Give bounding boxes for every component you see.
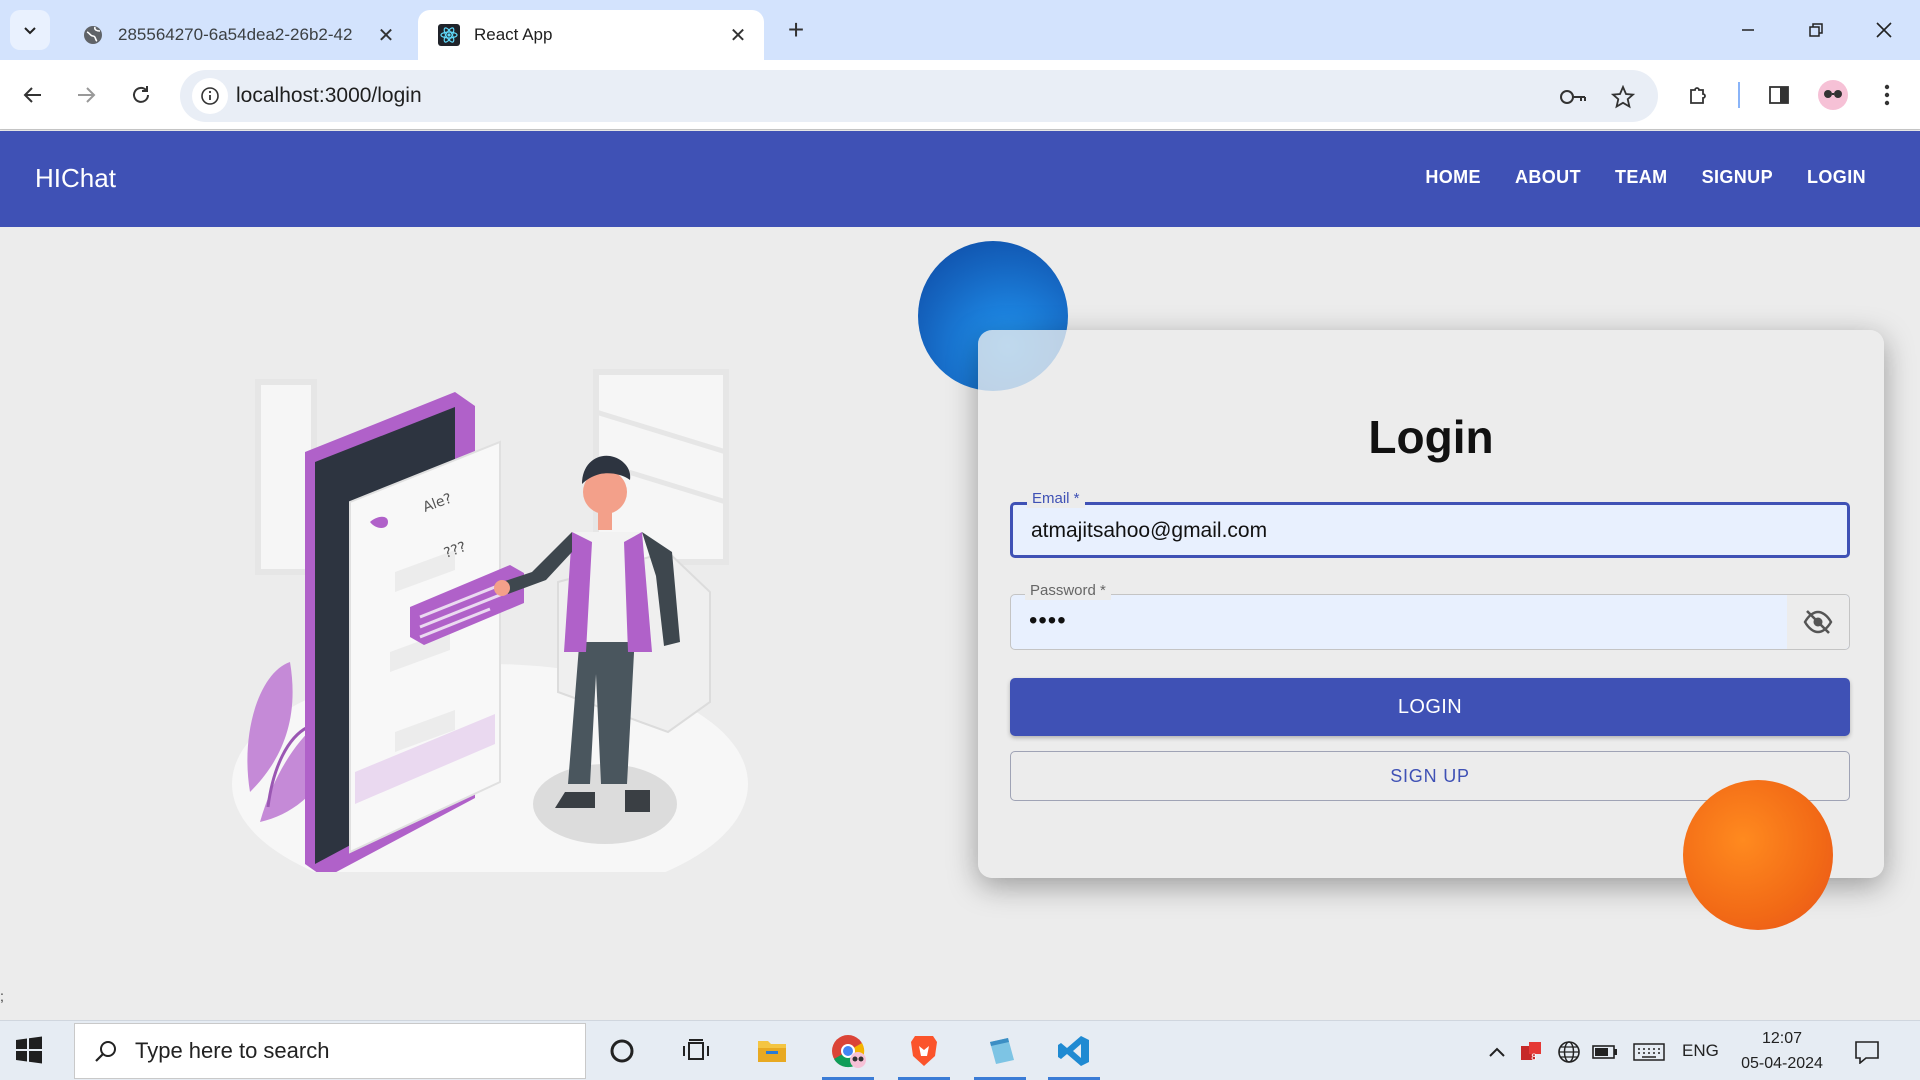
vscode-app[interactable] (1044, 1025, 1104, 1080)
minimize-icon (1742, 29, 1754, 31)
windows-taskbar: Type here to search 8 ENG 12:07 05-04-20… (0, 1020, 1920, 1080)
browser-tab-strip: 285564270-6a54dea2-26b2-42 ✕ React App ✕… (0, 0, 1920, 60)
search-icon (91, 1036, 121, 1066)
chrome-icon (832, 1035, 866, 1068)
extensions-button[interactable] (1678, 74, 1720, 116)
site-info-button[interactable] (192, 78, 228, 114)
browser-tab-react-app[interactable]: React App ✕ (418, 10, 764, 60)
login-button[interactable]: LOGIN (1010, 678, 1850, 736)
password-field[interactable]: Password * •••• (1010, 582, 1850, 650)
taskbar-search-box[interactable]: Type here to search (74, 1023, 586, 1079)
login-title: Login (1368, 411, 1494, 463)
task-view-button[interactable] (666, 1025, 726, 1077)
side-panel-icon (1769, 86, 1789, 104)
cortana-circle-icon (610, 1039, 634, 1063)
chat-illustration: Ale? ??? (232, 369, 748, 872)
url-text: localhost:3000/login (236, 84, 422, 107)
address-bar[interactable]: localhost:3000/login (180, 70, 1658, 122)
notification-icon (1855, 1041, 1879, 1064)
password-key-icon[interactable] (1558, 82, 1588, 112)
tray-app-icon: 8 (1521, 1042, 1541, 1063)
input-language[interactable]: ENG (1682, 1041, 1719, 1061)
tab-title: 285564270-6a54dea2-26b2-42 (118, 25, 353, 44)
restore-icon (1809, 23, 1823, 37)
start-button[interactable] (14, 1035, 48, 1069)
side-panel-button[interactable] (1758, 74, 1800, 116)
password-value: •••• (1029, 607, 1067, 634)
clock-time: 12:07 (1761, 1030, 1803, 1047)
system-clock[interactable]: 12:07 05-04-2024 (1736, 1026, 1828, 1076)
action-center-button[interactable] (1852, 1037, 1882, 1067)
reload-icon (133, 86, 149, 103)
back-button[interactable] (12, 74, 54, 116)
profile-avatar-icon (1818, 80, 1848, 110)
browser-menu-button[interactable] (1866, 74, 1908, 116)
eye-off-icon (1803, 610, 1833, 634)
nav-signup[interactable]: SIGNUP (1702, 167, 1773, 188)
notepad-app[interactable] (970, 1025, 1030, 1080)
close-tab-icon[interactable]: ✕ (374, 23, 398, 47)
chrome-app[interactable] (818, 1025, 878, 1080)
nav-about[interactable]: ABOUT (1515, 167, 1581, 188)
arrow-right-icon (78, 87, 96, 103)
windows-logo-icon (16, 1036, 42, 1064)
task-view-icon (683, 1039, 709, 1060)
clock-date: 05-04-2024 (1741, 1055, 1823, 1072)
nav-login[interactable]: LOGIN (1807, 167, 1866, 188)
close-window-button[interactable] (1856, 8, 1912, 52)
password-label: Password * (1025, 582, 1111, 600)
new-tab-button[interactable]: + (780, 14, 812, 46)
browser-tab-image[interactable]: 285564270-6a54dea2-26b2-42 ✕ (62, 10, 412, 60)
email-value: atmajitsahoo@gmail.com (1031, 519, 1268, 542)
nav-home[interactable]: HOME (1425, 167, 1481, 188)
folder-icon (758, 1041, 786, 1062)
close-icon (1876, 22, 1892, 38)
nav-links: HOME ABOUT TEAM SIGNUP LOGIN (1425, 167, 1866, 188)
info-icon (201, 87, 219, 105)
vscode-icon (1058, 1036, 1089, 1066)
search-placeholder: Type here to search (135, 1038, 330, 1063)
minimize-button[interactable] (1720, 8, 1776, 52)
notepad-icon (990, 1038, 1014, 1064)
nav-team[interactable]: TEAM (1615, 167, 1668, 188)
network-globe-icon[interactable] (1556, 1039, 1582, 1065)
kebab-menu-icon (1884, 84, 1890, 106)
puzzle-icon (1690, 87, 1706, 104)
toolbar-separator (1738, 82, 1740, 108)
email-label: Email * (1027, 490, 1085, 508)
show-hidden-icons-button[interactable] (1484, 1039, 1510, 1065)
restore-button[interactable] (1788, 8, 1844, 52)
keyboard-icon[interactable] (1632, 1039, 1666, 1065)
close-tab-icon[interactable]: ✕ (726, 23, 750, 47)
forward-button[interactable] (65, 74, 107, 116)
toggle-password-visibility-button[interactable] (1787, 595, 1849, 649)
decorative-blob-orange (1683, 780, 1833, 930)
profile-avatar[interactable] (1812, 74, 1854, 116)
email-field[interactable]: Email * atmajitsahoo@gmail.com (1010, 490, 1850, 558)
tray-app-badge[interactable]: 8 (1518, 1039, 1544, 1065)
stray-text: ; (0, 988, 4, 1004)
battery-icon[interactable] (1592, 1039, 1618, 1065)
arrow-left-icon (23, 87, 41, 103)
brand-logo[interactable]: HIChat (35, 163, 116, 194)
tab-search-button[interactable] (10, 10, 50, 50)
bookmark-star-icon[interactable] (1608, 82, 1638, 112)
cortana-button[interactable] (592, 1025, 652, 1077)
brave-lion-icon (911, 1036, 937, 1066)
svg-text:8: 8 (1531, 1053, 1537, 1063)
tab-title: React App (474, 25, 553, 44)
chevron-up-icon (1489, 1047, 1505, 1057)
app-navbar: HIChat HOME ABOUT TEAM SIGNUP LOGIN (0, 131, 1920, 227)
chevron-down-icon (24, 27, 36, 35)
globe-icon (82, 24, 104, 46)
browser-toolbar: localhost:3000/login (0, 60, 1920, 130)
file-explorer-app[interactable] (742, 1025, 802, 1077)
reload-button[interactable] (120, 74, 162, 116)
react-logo-icon (438, 24, 460, 46)
brave-app[interactable] (894, 1025, 954, 1080)
